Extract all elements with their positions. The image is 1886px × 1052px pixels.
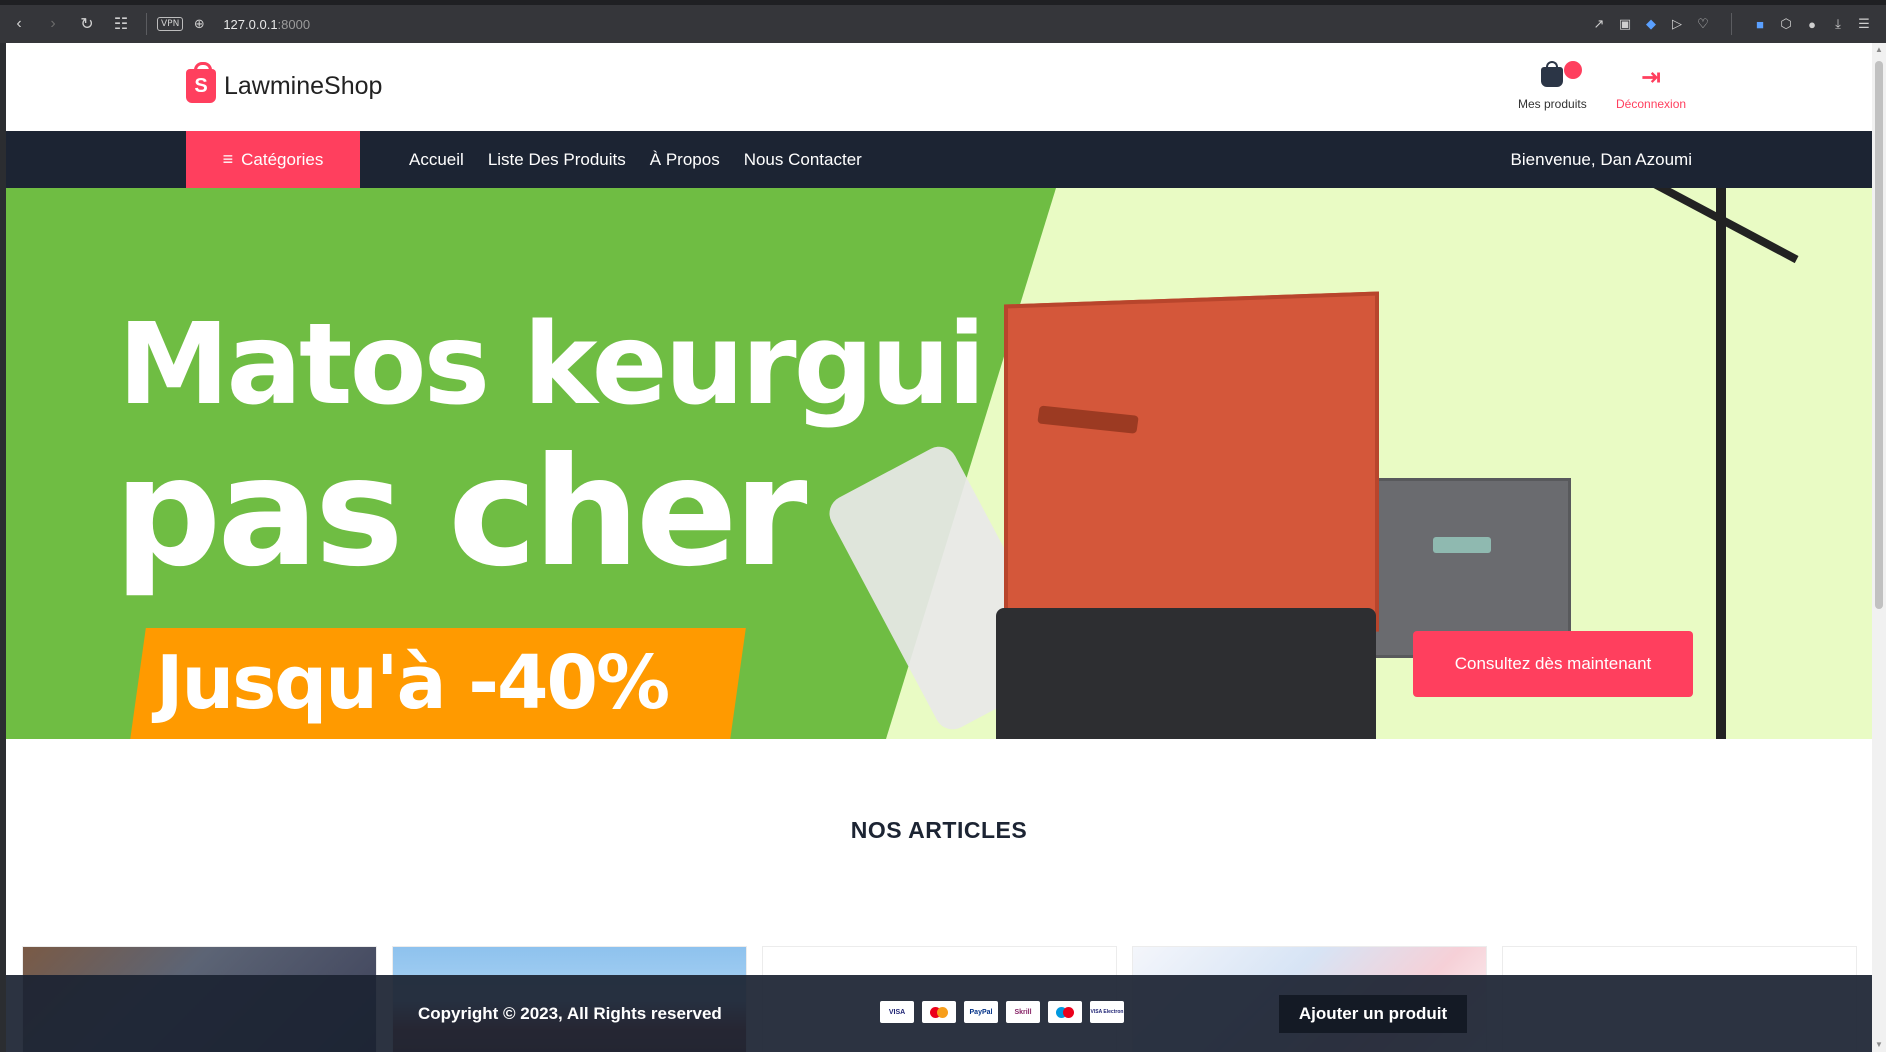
url-port: :8000 bbox=[277, 16, 311, 32]
brand-logo[interactable]: S LawmineShop bbox=[186, 62, 383, 103]
forward-icon[interactable]: › bbox=[38, 9, 68, 39]
visa-electron-icon: VISA Electron bbox=[1090, 1001, 1124, 1023]
categories-label: Catégories bbox=[241, 149, 324, 169]
brand-initial: S bbox=[194, 74, 208, 97]
url-host: 127.0.0.1 bbox=[223, 16, 278, 32]
page-viewport: S LawmineShop Mes produits ⇥ Déconnexion… bbox=[6, 43, 1872, 1052]
shield-icon[interactable]: ◆ bbox=[1643, 16, 1659, 32]
hero-discount: Jusqu'à -40% bbox=[156, 640, 670, 726]
page-scrollbar[interactable]: ▲ ▼ bbox=[1872, 43, 1886, 1052]
hero-headline-1: Matos keurgui bbox=[118, 300, 986, 430]
cart-icon-wrap bbox=[1518, 61, 1587, 93]
address-bar[interactable]: 127.0.0.1:8000 bbox=[223, 17, 310, 32]
hero-umbrella-arm bbox=[1653, 188, 1799, 264]
browser-extensions: ↗ ▣ ◆ ▷ ♡ ■ ⬡ ● ⤓ ☰ bbox=[1591, 13, 1886, 35]
consult-now-button[interactable]: Consultez dès maintenant bbox=[1413, 631, 1693, 697]
logout-label: Déconnexion bbox=[1616, 97, 1687, 111]
mastercard-icon bbox=[922, 1001, 956, 1023]
toolbar-divider bbox=[146, 13, 147, 35]
visa-icon: VISA bbox=[880, 1001, 914, 1023]
categories-button[interactable]: ≡ Catégories bbox=[186, 131, 360, 188]
brand-name: LawmineShop bbox=[224, 71, 383, 100]
skrill-icon: Skrill bbox=[1006, 1001, 1040, 1023]
cube-icon[interactable]: ⬡ bbox=[1778, 16, 1794, 32]
globe-icon: ⊕ bbox=[193, 16, 205, 31]
grey-box-handle bbox=[1433, 537, 1491, 553]
scroll-down-icon[interactable]: ▼ bbox=[1875, 1041, 1883, 1049]
articles-title: NOS ARTICLES bbox=[850, 817, 1028, 843]
hero-banner: Matos keurgui pas cher Jusqu'à -40% Cons… bbox=[6, 188, 1872, 739]
tabs-grid-icon[interactable]: ☷ bbox=[106, 9, 136, 39]
nav-link-home[interactable]: Accueil bbox=[409, 150, 464, 170]
browser-toolbar: ‹ › ↻ ☷ VPN ⊕ 127.0.0.1:8000 ↗ ▣ ◆ ▷ ♡ ■… bbox=[0, 0, 1886, 43]
nav-links: Accueil Liste Des Produits À Propos Nous… bbox=[409, 131, 862, 188]
shopping-bag-icon: S bbox=[186, 62, 216, 103]
hero-safe-image bbox=[996, 608, 1376, 739]
menu-icon[interactable]: ☰ bbox=[1856, 16, 1872, 32]
hero-headline-2: pas cher bbox=[114, 426, 808, 600]
share-icon[interactable]: ↗ bbox=[1591, 16, 1607, 32]
cart-label: Mes produits bbox=[1518, 97, 1587, 111]
red-box-handle bbox=[1037, 405, 1139, 434]
paypal-icon: PayPal bbox=[964, 1001, 998, 1023]
nav-link-products[interactable]: Liste Des Produits bbox=[488, 150, 626, 170]
scrollbar-thumb[interactable] bbox=[1875, 61, 1883, 609]
reload-icon[interactable]: ↻ bbox=[72, 9, 102, 39]
hamburger-icon: ≡ bbox=[222, 149, 234, 169]
profile-icon[interactable]: ● bbox=[1804, 16, 1820, 32]
cart-badge bbox=[1564, 61, 1582, 79]
my-products-link[interactable]: Mes produits bbox=[1518, 61, 1587, 111]
download-icon[interactable]: ⤓ bbox=[1830, 16, 1846, 32]
add-product-button[interactable]: Ajouter un produit bbox=[1279, 995, 1467, 1033]
logout-icon: ⇥ bbox=[1640, 63, 1662, 91]
payment-methods: VISA PayPal Skrill VISA Electron bbox=[880, 1001, 1124, 1023]
logout-icon-wrap: ⇥ bbox=[1616, 61, 1686, 93]
vpn-badge[interactable]: VPN bbox=[157, 17, 184, 31]
site-header: S LawmineShop Mes produits ⇥ Déconnexion bbox=[6, 43, 1872, 131]
footer-bar: Copyright © 2023, All Rights reserved VI… bbox=[6, 975, 1872, 1052]
camera-icon[interactable]: ▣ bbox=[1617, 16, 1633, 32]
copyright-text: Copyright © 2023, All Rights reserved bbox=[418, 1003, 722, 1023]
heart-icon[interactable]: ♡ bbox=[1695, 16, 1711, 32]
cart-icon bbox=[1541, 61, 1564, 87]
nav-link-contact[interactable]: Nous Contacter bbox=[744, 150, 862, 170]
back-icon[interactable]: ‹ bbox=[4, 9, 34, 39]
logout-link[interactable]: ⇥ Déconnexion bbox=[1616, 61, 1687, 112]
extension-icon[interactable]: ■ bbox=[1752, 16, 1768, 32]
send-icon[interactable]: ▷ bbox=[1669, 16, 1685, 32]
main-navbar: ≡ Catégories Accueil Liste Des Produits … bbox=[6, 131, 1872, 188]
nav-link-about[interactable]: À Propos bbox=[650, 150, 720, 170]
maestro-icon bbox=[1048, 1001, 1082, 1023]
hero-red-box-image bbox=[1004, 291, 1379, 645]
toolbar-divider bbox=[1731, 13, 1732, 35]
scroll-up-icon[interactable]: ▲ bbox=[1875, 46, 1883, 54]
hero-umbrella-pole bbox=[1716, 188, 1726, 739]
welcome-message: Bienvenue, Dan Azoumi bbox=[1510, 149, 1692, 169]
